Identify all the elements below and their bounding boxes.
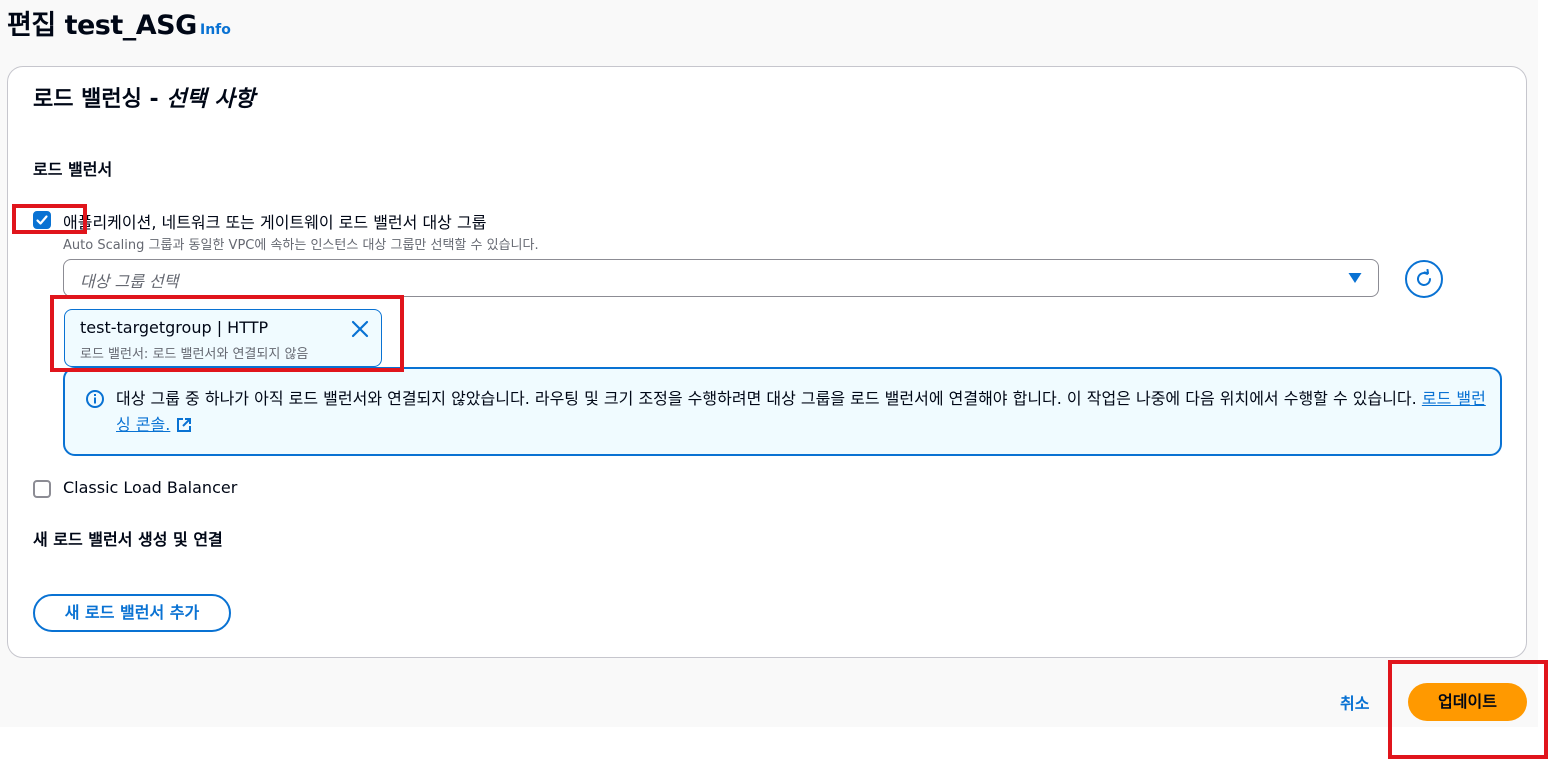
selected-target-group-token: test-targetgroup | HTTP 로드 밸런서: 로드 밸런서와 … <box>64 309 382 367</box>
add-new-load-balancer-button[interactable]: 새 로드 밸런서 추가 <box>33 594 231 632</box>
caret-down-icon <box>1348 273 1362 283</box>
target-group-select-placeholder: 대상 그룹 선택 <box>80 272 179 291</box>
container-header-main: 로드 밸런싱 - <box>33 87 167 112</box>
target-group-checkbox[interactable] <box>33 211 51 229</box>
target-group-description: Auto Scaling 그룹과 동일한 VPC에 속하는 인스턴스 대상 그룹… <box>63 238 539 253</box>
info-icon <box>86 390 104 408</box>
new-load-balancer-section-label: 새 로드 밸런서 생성 및 연결 <box>33 530 223 549</box>
load-balancer-section-label: 로드 밸런서 <box>33 160 113 179</box>
container-header: 로드 밸런싱 - 선택 사항 <box>33 85 255 115</box>
token-description: 로드 밸런서: 로드 밸런서와 연결되지 않음 <box>80 347 309 362</box>
refresh-button[interactable] <box>1405 260 1443 298</box>
page-title: 편집 test_ASG <box>7 10 197 41</box>
container-header-optional: 선택 사항 <box>166 87 255 112</box>
classic-load-balancer-checkbox[interactable] <box>33 480 51 498</box>
info-alert: 대상 그룹 중 하나가 아직 로드 밸런서와 연결되지 않았습니다. 라우팅 및… <box>63 367 1502 456</box>
close-icon[interactable] <box>351 320 369 338</box>
token-title: test-targetgroup | HTTP <box>80 318 269 337</box>
info-link[interactable]: Info <box>200 22 231 38</box>
target-group-label[interactable]: 애플리케이션, 네트워크 또는 게이트웨이 로드 밸런서 대상 그룹 <box>63 209 486 233</box>
cancel-button[interactable]: 취소 <box>1340 690 1369 714</box>
external-link-icon[interactable] <box>176 417 192 433</box>
checkmark-icon <box>36 215 48 225</box>
refresh-icon <box>1417 269 1431 286</box>
alert-message: 대상 그룹 중 하나가 아직 로드 밸런서와 연결되지 않았습니다. 라우팅 및… <box>116 389 1417 408</box>
update-button[interactable]: 업데이트 <box>1408 683 1527 721</box>
target-group-select[interactable]: 대상 그룹 선택 <box>63 259 1379 297</box>
classic-load-balancer-label[interactable]: Classic Load Balancer <box>63 478 237 497</box>
alert-text: 대상 그룹 중 하나가 아직 로드 밸런서와 연결되지 않았습니다. 라우팅 및… <box>116 386 1486 438</box>
load-balancing-container: 로드 밸런싱 - 선택 사항 로드 밸런서 애플리케이션, 네트워크 또는 게이… <box>7 66 1527 658</box>
